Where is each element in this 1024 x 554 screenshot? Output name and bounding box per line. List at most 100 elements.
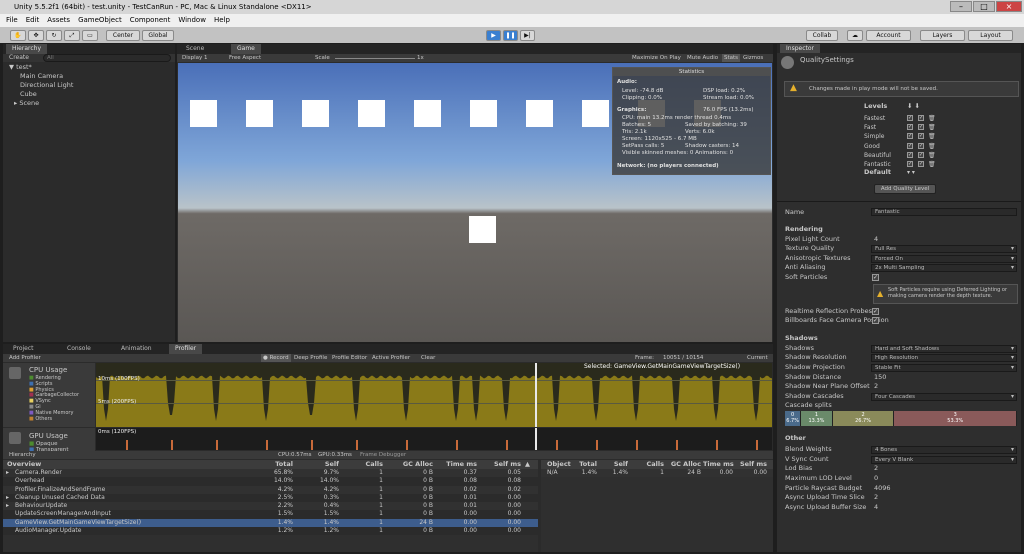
- shadow-distance-field[interactable]: 150: [874, 373, 886, 382]
- active-profiler-dropdown[interactable]: Active Profiler: [372, 354, 410, 362]
- shadow-cascades-dropdown[interactable]: Four Cascades: [871, 393, 1017, 401]
- detail-column-header[interactable]: Total: [575, 460, 597, 469]
- quality-level-checkbox[interactable]: ✓: [907, 151, 913, 158]
- view-mode-dropdown[interactable]: Hierarchy: [9, 451, 36, 459]
- scene-root-item[interactable]: ▼ test*: [9, 63, 32, 72]
- table-row[interactable]: GameView.GetMainGameViewTargetSize() 1.4%…: [3, 518, 538, 528]
- menu-edit[interactable]: Edit: [26, 16, 40, 24]
- layers-dropdown[interactable]: Layers: [920, 30, 965, 41]
- pivot-global-button[interactable]: Global: [142, 30, 174, 41]
- quality-level-checkbox[interactable]: ✓: [918, 151, 924, 158]
- menu-file[interactable]: File: [6, 16, 18, 24]
- gpu-usage-graph[interactable]: 0ms (120FPS): [96, 428, 772, 450]
- menu-gameobject[interactable]: GameObject: [78, 16, 122, 24]
- cascade-split[interactable]: 0 6.7%: [785, 411, 802, 426]
- detail-column-header[interactable]: Calls: [634, 460, 664, 469]
- raycast-budget-field[interactable]: 4096: [874, 484, 891, 493]
- lod-bias-field[interactable]: 2: [874, 464, 878, 473]
- gizmos-dropdown[interactable]: Gizmos: [743, 54, 763, 62]
- vsync-dropdown[interactable]: Every V Blank: [871, 456, 1017, 464]
- cascade-split[interactable]: 1 13.3%: [801, 411, 833, 426]
- move-tool-icon[interactable]: ✥: [28, 30, 44, 41]
- tab-project[interactable]: Project: [7, 344, 40, 354]
- detail-column-header[interactable]: Self: [603, 460, 628, 469]
- quality-level-checkbox[interactable]: ✓: [907, 133, 913, 140]
- step-button[interactable]: ▶|: [520, 30, 535, 41]
- detail-row[interactable]: N/A 1.4% 1.4% 1 24 B 0.00 0.00: [541, 469, 773, 478]
- tab-animation[interactable]: Animation: [115, 344, 158, 354]
- cpu-usage-graph[interactable]: 10ms (100FPS) 5ms (200FPS) Selected: Gam…: [96, 363, 772, 427]
- quality-level-checkbox[interactable]: ✓: [918, 124, 924, 131]
- quality-level-checkbox[interactable]: ✓: [907, 124, 913, 131]
- rotate-tool-icon[interactable]: ↻: [46, 30, 62, 41]
- table-row[interactable]: UpdateScreenManagerAndInput 1.5% 1.5% 1 0 B 0…: [3, 510, 538, 519]
- hierarchy-item-directional-light[interactable]: Directional Light: [20, 81, 73, 90]
- cpu-usage-legend[interactable]: CPU Usage ■ Rendering ■ Scripts ■ Physics ■…: [3, 363, 95, 427]
- detail-column-header[interactable]: Time ms: [703, 460, 734, 469]
- trash-icon[interactable]: 🗑: [928, 114, 936, 123]
- maximize-button[interactable]: □: [973, 1, 995, 12]
- quality-level-name[interactable]: Fastest: [864, 114, 885, 123]
- shadow-resolution-dropdown[interactable]: High Resolution: [871, 354, 1017, 362]
- menu-component[interactable]: Component: [130, 16, 171, 24]
- cascade-split[interactable]: 3 53.3%: [894, 411, 1017, 426]
- column-header[interactable]: Overview: [7, 460, 207, 469]
- pivot-center-button[interactable]: Center: [106, 30, 140, 41]
- scale-slider[interactable]: [335, 58, 415, 59]
- close-button[interactable]: ×: [996, 1, 1022, 12]
- stats-toggle[interactable]: Stats: [722, 54, 741, 62]
- scale-tool-icon[interactable]: ⤢: [64, 30, 80, 41]
- async-buffer-field[interactable]: 4: [874, 503, 878, 512]
- max-lod-field[interactable]: 0: [874, 474, 878, 483]
- aspect-dropdown[interactable]: Free Aspect: [229, 54, 261, 62]
- table-row[interactable]: ▸ BehaviourUpdate 2.2% 0.4% 1 0 B 0.01 0.00: [3, 501, 538, 511]
- play-button[interactable]: ▶: [486, 30, 501, 41]
- table-row[interactable]: ▸ Camera.Render 65.8% 9.7% 1 0 B 0.37 0.05: [3, 468, 538, 478]
- texture-quality-dropdown[interactable]: Full Res: [871, 245, 1017, 253]
- billboards-checkbox[interactable]: ✓: [872, 317, 879, 324]
- game-viewport[interactable]: Statistics Audio: Level: -74.8 dB DSP lo…: [178, 63, 772, 342]
- pause-button[interactable]: ❚❚: [503, 30, 518, 41]
- column-header[interactable]: Self ms: [481, 460, 521, 469]
- column-header[interactable]: GC Alloc: [388, 460, 433, 469]
- current-frame-button[interactable]: Current: [747, 354, 768, 362]
- table-row[interactable]: Profiler.FinalizeAndSendFrame 4.2% 4.2% 1 0 …: [3, 485, 538, 494]
- cascade-split[interactable]: 2 26.7%: [832, 411, 895, 426]
- hierarchy-search-input[interactable]: All: [43, 54, 171, 62]
- tab-profiler[interactable]: Profiler: [169, 344, 203, 354]
- frame-debugger-button[interactable]: Frame Debugger: [360, 451, 406, 459]
- default-arrows[interactable]: ▾ ▾: [907, 168, 915, 177]
- add-profiler-dropdown[interactable]: Add Profiler: [9, 354, 41, 362]
- quality-level-checkbox[interactable]: ✓: [918, 161, 924, 167]
- mute-audio-toggle[interactable]: Mute Audio: [687, 54, 718, 62]
- trash-icon[interactable]: 🗑: [928, 132, 936, 141]
- trash-icon[interactable]: 🗑: [928, 123, 936, 132]
- expand-arrow-icon[interactable]: ▸: [6, 468, 9, 477]
- layout-dropdown[interactable]: Layout: [968, 30, 1013, 41]
- clear-button[interactable]: Clear: [421, 354, 435, 362]
- detail-column-header[interactable]: Object: [547, 460, 571, 469]
- blend-weights-dropdown[interactable]: 4 Bones: [871, 446, 1017, 454]
- menu-help[interactable]: Help: [214, 16, 230, 24]
- add-quality-level-button[interactable]: Add Quality Level: [874, 184, 936, 194]
- hierarchy-item-scene[interactable]: ▸ Scene: [14, 99, 39, 108]
- anisotropic-dropdown[interactable]: Forced On: [871, 255, 1017, 263]
- rect-tool-icon[interactable]: ▭: [82, 30, 98, 41]
- quality-level-name[interactable]: Beautiful: [864, 151, 891, 160]
- cpu-legend-item[interactable]: ■ Others: [29, 416, 52, 422]
- shadow-near-plane-field[interactable]: 2: [874, 382, 878, 391]
- menu-assets[interactable]: Assets: [47, 16, 70, 24]
- hierarchy-item-cube[interactable]: Cube: [20, 90, 37, 99]
- display-dropdown[interactable]: Display 1: [182, 54, 208, 62]
- hierarchy-item-main-camera[interactable]: Main Camera: [20, 72, 63, 81]
- anti-aliasing-dropdown[interactable]: 2x Multi Sampling: [871, 264, 1017, 272]
- quality-level-checkbox[interactable]: ✓: [918, 142, 924, 149]
- minimize-button[interactable]: –: [950, 1, 972, 12]
- record-toggle[interactable]: ● Record: [261, 354, 291, 362]
- expand-arrow-icon[interactable]: ▸: [6, 501, 9, 510]
- realtime-reflection-checkbox[interactable]: ✓: [872, 308, 879, 315]
- tab-inspector[interactable]: Inspector: [780, 44, 820, 53]
- trash-icon[interactable]: 🗑: [928, 160, 936, 169]
- quality-level-name[interactable]: Good: [864, 142, 880, 151]
- tab-game[interactable]: Game: [231, 44, 261, 54]
